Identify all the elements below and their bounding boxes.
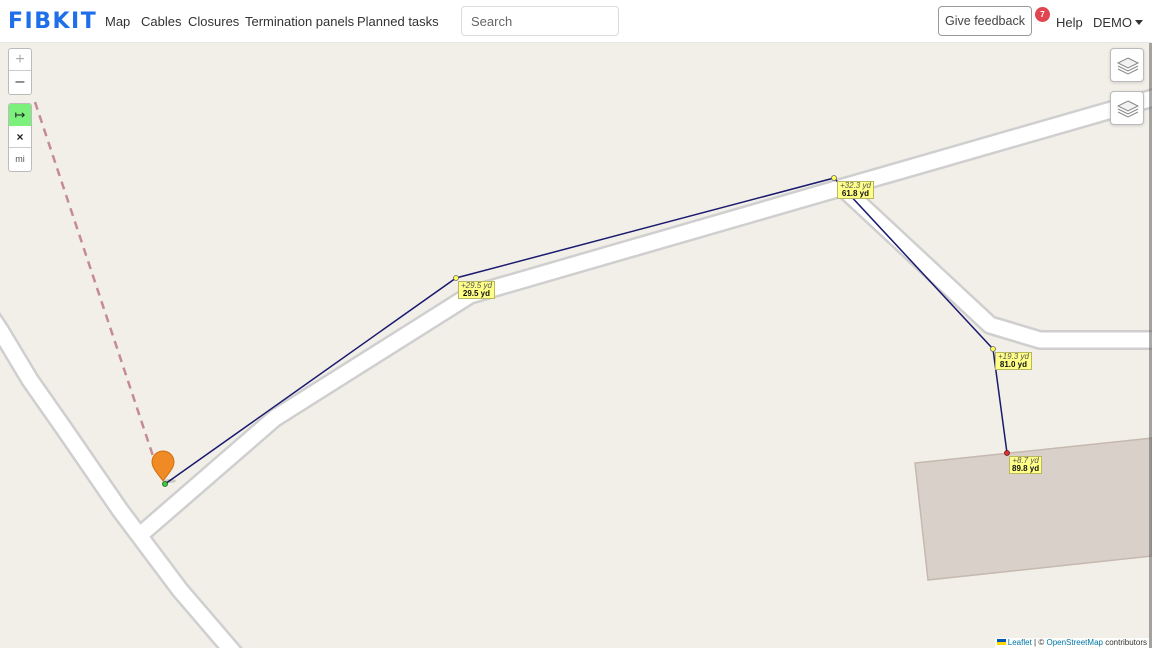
give-feedback-button[interactable]: Give feedback	[938, 6, 1032, 36]
nav-cables[interactable]: Cables	[141, 14, 181, 29]
measure-tool-button[interactable]: ↦	[9, 104, 31, 126]
notification-badge[interactable]: 7	[1035, 7, 1050, 22]
nav-termination-panels[interactable]: Termination panels	[245, 14, 354, 29]
measure-vertex	[990, 346, 996, 352]
total-distance: 81.0 yd	[999, 360, 1028, 369]
search-input[interactable]	[461, 6, 619, 36]
attribution-separator: | ©	[1034, 638, 1045, 647]
total-distance: 89.8 yd	[1012, 464, 1040, 473]
user-label: DEMO	[1093, 15, 1132, 30]
measure-vertex	[831, 175, 837, 181]
caret-down-icon	[1135, 20, 1143, 25]
road-main-casing	[0, 311, 243, 648]
measure-control: ↦ × mi	[8, 103, 32, 172]
total-distance: 29.5 yd	[462, 289, 491, 298]
total-distance: 61.8 yd	[841, 189, 870, 198]
measure-end-point	[1004, 450, 1010, 456]
osm-link[interactable]: OpenStreetMap	[1046, 638, 1102, 647]
overlay-layers-button[interactable]	[1110, 91, 1144, 125]
measure-unit-toggle[interactable]: mi	[9, 148, 31, 170]
measure-clear-button[interactable]: ×	[9, 126, 31, 148]
measure-label: +29.5 yd 29.5 yd	[458, 281, 495, 299]
map-base-layer	[0, 87, 1152, 648]
nav-closures[interactable]: Closures	[188, 14, 239, 29]
brand-logo[interactable]: FIBKIT	[8, 9, 97, 34]
measure-label: +8.7 yd 89.8 yd	[1009, 456, 1043, 474]
top-navbar: FIBKIT Map Cables Closures Termination p…	[0, 0, 1152, 43]
layers-icon	[1116, 57, 1140, 75]
zoom-in-button[interactable]: +	[9, 49, 31, 71]
ukraine-flag-icon	[996, 639, 1006, 645]
user-menu[interactable]: DEMO	[1093, 15, 1143, 30]
road-east-casing	[835, 180, 1152, 350]
measure-vertex	[453, 275, 459, 281]
map-canvas[interactable]: +29.5 yd 29.5 yd +32.3 yd 61.8 yd +19.3 …	[0, 43, 1152, 648]
nav-planned-tasks[interactable]: Planned tasks	[357, 14, 439, 29]
nav-map[interactable]: Map	[105, 14, 130, 29]
attribution-suffix: contributors	[1105, 638, 1147, 647]
layers-icon	[1116, 100, 1140, 118]
zoom-control: + –	[8, 48, 32, 95]
leaflet-link[interactable]: Leaflet	[1008, 638, 1032, 647]
layers-button[interactable]	[1110, 48, 1144, 82]
map-attribution: Leaflet | © OpenStreetMap contributors	[994, 638, 1149, 648]
zoom-out-button[interactable]: –	[9, 71, 31, 93]
road-main	[0, 316, 240, 648]
measure-label: +32.3 yd 61.8 yd	[837, 181, 874, 199]
measure-label: +19.3 yd 81.0 yd	[995, 352, 1032, 370]
help-link[interactable]: Help	[1056, 15, 1083, 30]
